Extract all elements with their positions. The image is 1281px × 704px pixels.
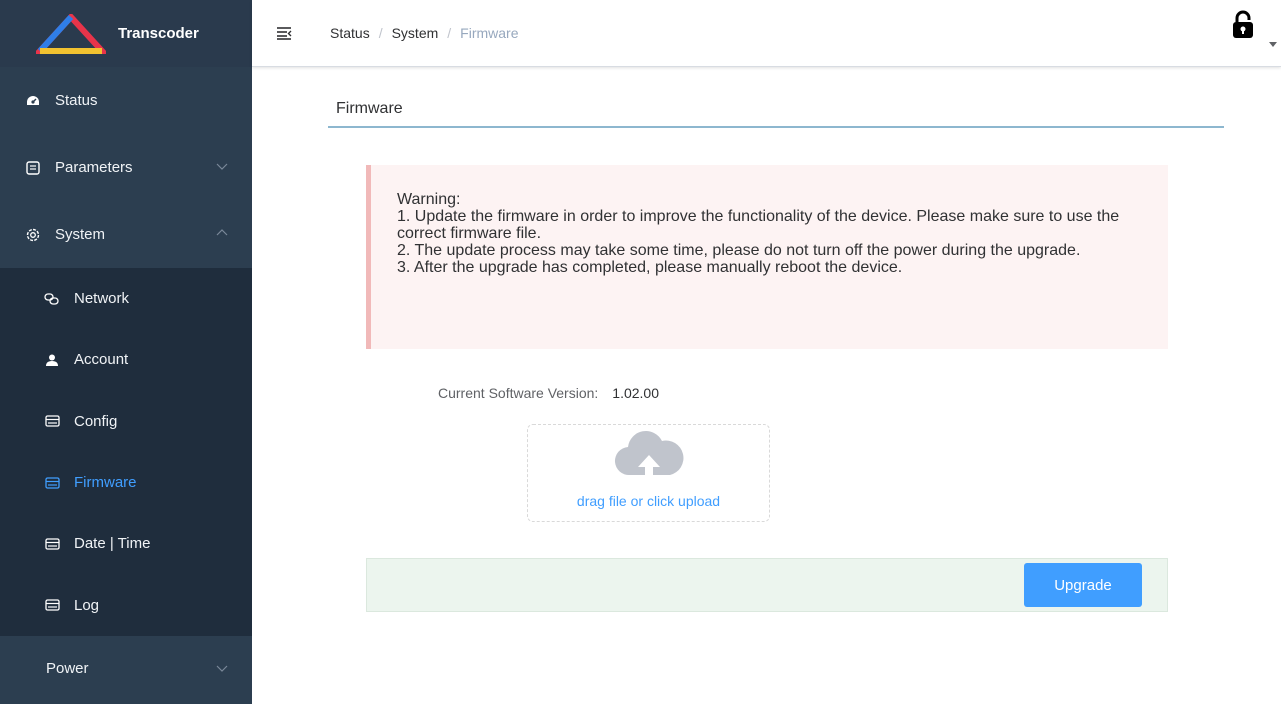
sidebar-item-label: Account [74,351,129,369]
page-title: Firmware [328,98,1224,128]
chevron-down-icon [216,665,228,672]
warning-line: 1. Update the firmware in order to impro… [397,208,1120,242]
sidebar-item-label: Network [74,290,130,308]
warning-line: 2. The update process may take some time… [397,242,1081,259]
app-name: Transcoder [118,25,199,42]
gear-icon [25,227,41,243]
caret-down-icon[interactable] [1269,42,1277,47]
sidebar-item-label: Status [55,92,98,109]
upgrade-button[interactable]: Upgrade [1024,563,1142,607]
main-content: Firmware Warning: 1. Update the firmware… [252,67,1281,704]
cloud-upload-icon [614,431,683,481]
warning-line: 3. After the upgrade has completed, plea… [397,259,903,276]
chevron-up-icon [216,229,228,236]
version-label: Current Software Version: [438,385,599,401]
lock-open-icon[interactable] [1231,10,1255,40]
sidebar-item-label: Power [46,660,89,678]
breadcrumb-firmware: Firmware [460,25,519,41]
card-icon [44,597,60,613]
user-icon [44,352,60,368]
sidebar-item-system[interactable]: System [0,201,252,268]
sidebar-item-firmware[interactable]: Firmware [0,452,252,513]
monitor-icon [25,160,41,176]
upload-dropzone[interactable]: drag file or click upload [527,424,770,522]
sidebar-item-label: Firmware [74,474,137,492]
upload-text: drag file or click upload [576,493,721,509]
breadcrumb-system[interactable]: System [392,25,439,41]
top-bar: Status / System / Firmware [252,0,1281,67]
menu-fold-icon[interactable] [276,26,292,40]
sidebar-item-network[interactable]: Network [0,268,252,329]
warning-heading: Warning: [397,191,461,208]
chevron-down-icon [216,163,228,170]
card-icon [44,475,60,491]
sidebar-item-config[interactable]: Config [0,391,252,452]
sidebar-item-label: Log [74,596,100,614]
software-version: Current Software Version: 1.02.00 [438,385,659,401]
card-icon [44,413,60,429]
card-icon [44,536,60,552]
dashboard-icon [25,93,41,109]
breadcrumb-status[interactable]: Status [330,25,370,41]
sidebar-item-label: Date | Time [74,535,151,553]
breadcrumb-separator: / [378,25,383,41]
system-submenu: Network Account Config Firmware Date | T… [0,268,252,636]
sidebar-item-label: Config [74,412,118,430]
sidebar-item-power[interactable]: Power [0,636,252,702]
sidebar-item-log[interactable]: Log [0,574,252,635]
logo-icon [36,13,106,54]
breadcrumb-separator: / [447,25,452,41]
action-bar: Upgrade [366,558,1168,612]
link-icon [44,291,60,307]
app-root: Transcoder Status Parameters System Netw… [0,0,1281,704]
version-value: 1.02.00 [612,385,660,401]
brand: Transcoder [0,0,252,67]
sidebar-item-account[interactable]: Account [0,329,252,390]
sidebar-item-label: Parameters [55,159,133,176]
breadcrumb: Status / System / Firmware [330,25,519,41]
sidebar-item-date-time[interactable]: Date | Time [0,513,252,574]
sidebar-item-label: System [55,226,106,243]
warning-box: Warning: 1. Update the firmware in order… [366,165,1168,349]
sidebar: Transcoder Status Parameters System Netw… [0,0,252,704]
sidebar-item-parameters[interactable]: Parameters [0,134,252,201]
sidebar-item-status[interactable]: Status [0,67,252,134]
